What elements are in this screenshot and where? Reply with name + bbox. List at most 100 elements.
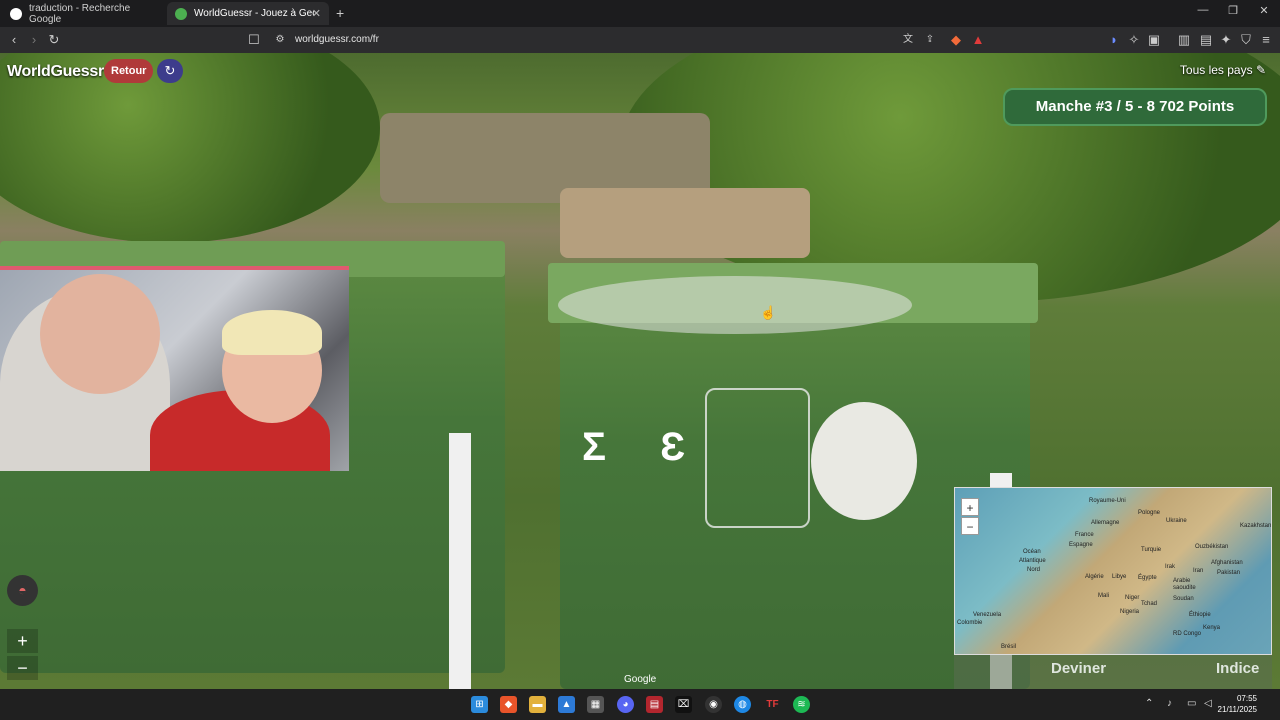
municipal-crest bbox=[705, 388, 810, 528]
map-label: Royaume-Uni bbox=[1089, 498, 1126, 504]
site-info-icon[interactable]: ⚙ bbox=[272, 32, 288, 48]
countries-selector[interactable]: Tous les pays ✎ bbox=[1180, 63, 1266, 77]
map-label: Espagne bbox=[1069, 542, 1093, 548]
map-label: Algérie bbox=[1085, 574, 1104, 580]
sidebar-icon[interactable]: ▥ bbox=[1176, 32, 1192, 48]
rewards-icon[interactable]: ▲ bbox=[970, 32, 986, 48]
extensions-icon[interactable]: ✧ bbox=[1126, 32, 1142, 48]
minimize-button[interactable]: — bbox=[1193, 4, 1213, 16]
map-label: Tchad bbox=[1141, 601, 1158, 607]
map-zoom-in-button[interactable]: + bbox=[961, 498, 979, 516]
street-marking-sigma: Σ bbox=[582, 425, 607, 469]
translate-icon[interactable]: 文 bbox=[900, 32, 916, 48]
forward-icon[interactable]: › bbox=[26, 32, 42, 48]
brave-shield-icon[interactable]: ◆ bbox=[948, 32, 964, 48]
map-label: Ouzbékistan bbox=[1195, 544, 1229, 550]
tab-google-search[interactable]: traduction - Recherche Google bbox=[2, 2, 164, 25]
volume-icon[interactable]: ◁ bbox=[1204, 698, 1212, 709]
hint-button[interactable]: Indice bbox=[1216, 660, 1259, 677]
zoom-in-button[interactable]: + bbox=[7, 629, 38, 653]
microphone-icon[interactable]: ♪ bbox=[1167, 698, 1172, 709]
tray-chevron-icon[interactable]: ⌃ bbox=[1145, 698, 1153, 709]
countries-label: Tous les pays bbox=[1179, 63, 1253, 77]
close-window-button[interactable]: ✕ bbox=[1254, 4, 1274, 17]
street-marking-epsilon: Ɛ bbox=[660, 425, 686, 469]
tab-worldguessr[interactable]: WorldGuessr - Jouez à GeoGues ✕ bbox=[167, 2, 329, 25]
google-icon bbox=[10, 7, 22, 20]
wallet-icon[interactable]: ▤ bbox=[1198, 32, 1214, 48]
clock-date: 21/11/2025 bbox=[1217, 705, 1257, 714]
capcut-icon[interactable]: ⌧ bbox=[675, 696, 692, 713]
tab-title: traduction - Recherche Google bbox=[29, 2, 131, 25]
store-icon[interactable]: ▦ bbox=[587, 696, 604, 713]
restore-button[interactable]: ❐ bbox=[1223, 4, 1243, 17]
guess-minimap[interactable]: + − Royaume-Uni Pologne Allemagne Ukrain… bbox=[954, 487, 1272, 655]
white-sticker bbox=[811, 402, 917, 520]
guess-button[interactable]: Deviner bbox=[1051, 660, 1106, 677]
leo-icon[interactable]: ✦ bbox=[1218, 32, 1234, 48]
pano-cursor-ellipse bbox=[558, 276, 912, 334]
reload-icon[interactable]: ↻ bbox=[46, 32, 62, 48]
file-explorer-icon[interactable]: ▬ bbox=[529, 696, 546, 713]
pencil-icon: ✎ bbox=[1255, 63, 1266, 77]
edge-icon[interactable]: ◍ bbox=[734, 696, 751, 713]
start-icon[interactable]: ⊞ bbox=[471, 696, 488, 713]
extension-shield-icon[interactable]: ◗ bbox=[1106, 32, 1122, 48]
map-label: Libye bbox=[1112, 574, 1127, 580]
share-icon[interactable]: ⇪ bbox=[922, 32, 938, 48]
map-label: France bbox=[1075, 532, 1094, 538]
map-label: Allemagne bbox=[1091, 520, 1120, 526]
map-label: Kenya bbox=[1203, 625, 1221, 631]
photos-icon[interactable]: ▲ bbox=[558, 696, 575, 713]
map-label: Éthiopie bbox=[1189, 612, 1211, 618]
spotify-icon[interactable]: ≋ bbox=[793, 696, 810, 713]
refresh-icon[interactable]: ↻ bbox=[157, 59, 183, 83]
media-icon[interactable]: ▣ bbox=[1146, 32, 1162, 48]
blond-hair bbox=[222, 310, 322, 355]
globe-icon bbox=[175, 7, 187, 20]
map-label: Soudan bbox=[1173, 596, 1194, 602]
map-zoom-out-button[interactable]: − bbox=[961, 517, 979, 535]
new-tab-button[interactable]: + bbox=[336, 5, 344, 21]
tab-strip: traduction - Recherche Google WorldGuess… bbox=[0, 0, 1280, 27]
map-label: Afghanistan bbox=[1211, 560, 1243, 566]
worldguessr-logo[interactable]: WorldGuessr bbox=[7, 63, 104, 81]
white-pole bbox=[449, 433, 471, 689]
bookmark-icon[interactable]: ☐ bbox=[246, 32, 262, 48]
map-label: Brésil bbox=[1001, 644, 1017, 650]
back-icon[interactable]: ‹ bbox=[6, 32, 22, 48]
network-icon[interactable]: ▭ bbox=[1187, 698, 1196, 709]
compass-icon[interactable]: ◓ bbox=[7, 575, 38, 606]
orange-tree bbox=[0, 53, 380, 243]
face bbox=[40, 274, 160, 394]
brave-icon[interactable]: ◆ bbox=[500, 696, 517, 713]
map-label: saoudite bbox=[1173, 585, 1196, 591]
clock-time: 07:55 bbox=[1236, 694, 1257, 703]
map-label: Kazakhstan bbox=[1240, 523, 1272, 529]
url-field[interactable]: worldguessr.com/fr bbox=[295, 34, 379, 45]
map-label: Ukraine bbox=[1166, 518, 1187, 524]
tf-icon[interactable]: TF bbox=[764, 696, 781, 713]
map-label: Niger bbox=[1125, 595, 1140, 601]
close-tab-icon[interactable]: ✕ bbox=[312, 7, 321, 20]
street-view-panorama[interactable]: Σ Ɛ WorldGuessr Retour ↻ Tous les pays ✎… bbox=[0, 53, 1280, 689]
back-button[interactable]: Retour bbox=[104, 59, 154, 83]
tab-title: WorldGuessr - Jouez à GeoGues bbox=[194, 8, 314, 19]
map-label: Nord bbox=[1027, 567, 1041, 573]
vpn-icon[interactable]: ⛉ bbox=[1238, 32, 1254, 48]
map-label: Venezuela bbox=[973, 612, 1002, 618]
obs-icon[interactable]: ◉ bbox=[705, 696, 722, 713]
map-label: Arabie bbox=[1173, 578, 1191, 584]
app-icon[interactable]: ▤ bbox=[646, 696, 663, 713]
map-label: Pakistan bbox=[1217, 570, 1241, 576]
zoom-out-button[interactable]: − bbox=[7, 656, 38, 680]
menu-icon[interactable]: ≡ bbox=[1258, 32, 1274, 48]
map-label: Turquie bbox=[1141, 547, 1162, 553]
map-label: Atlantique bbox=[1019, 558, 1046, 564]
map-label: Océan bbox=[1023, 549, 1041, 555]
system-clock[interactable]: 07:55 21/11/2025 bbox=[1218, 693, 1257, 715]
webcam-overlay bbox=[0, 266, 349, 471]
map-label: Iran bbox=[1193, 568, 1204, 574]
discord-icon[interactable]: ◕ bbox=[617, 696, 634, 713]
rocks bbox=[560, 188, 810, 258]
